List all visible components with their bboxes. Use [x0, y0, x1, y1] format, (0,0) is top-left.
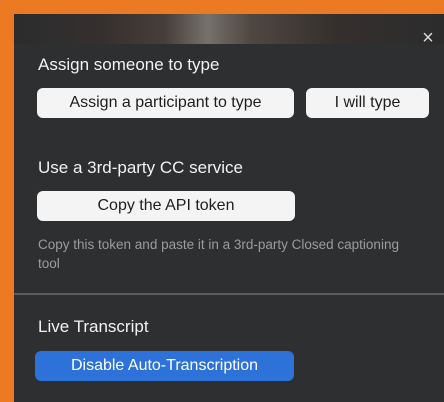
- i-will-type-button[interactable]: I will type: [306, 88, 429, 118]
- copy-api-token-button[interactable]: Copy the API token: [37, 191, 295, 221]
- third-party-heading: Use a 3rd-party CC service: [38, 158, 244, 177]
- live-transcript-heading: Live Transcript: [38, 317, 149, 336]
- assign-heading: Assign someone to type: [38, 55, 220, 74]
- disable-auto-transcription-button[interactable]: Disable Auto-Transcription: [35, 351, 294, 381]
- window-frame: × Assign someone to type Assign a partic…: [0, 0, 444, 402]
- captions-panel: × Assign someone to type Assign a partic…: [14, 14, 444, 402]
- section-divider: [14, 293, 444, 295]
- third-party-description: Copy this token and paste it in a 3rd-pa…: [38, 237, 399, 271]
- close-icon[interactable]: ×: [417, 27, 439, 49]
- assign-participant-button[interactable]: Assign a participant to type: [37, 88, 294, 118]
- video-preview-strip: [14, 14, 444, 44]
